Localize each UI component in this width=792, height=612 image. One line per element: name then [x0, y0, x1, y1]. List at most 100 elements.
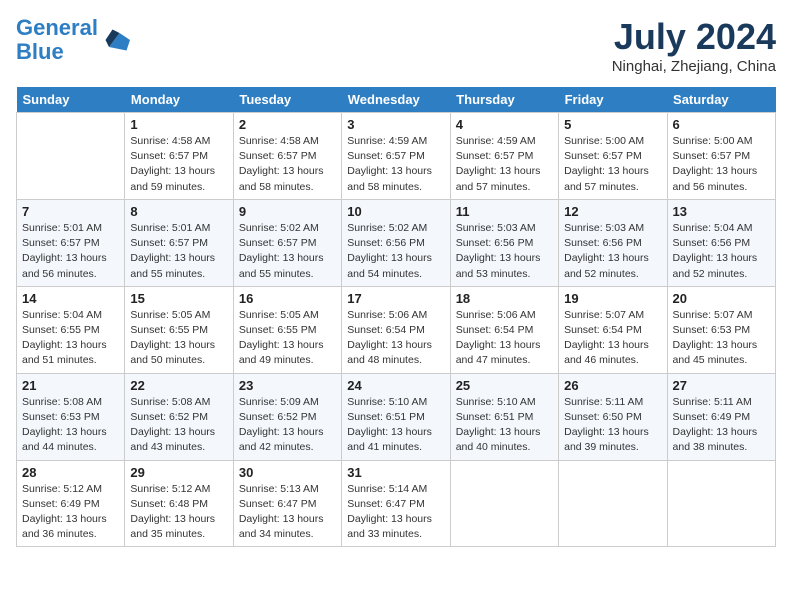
day-cell: 1 Sunrise: 4:58 AM Sunset: 6:57 PM Daylig…	[125, 113, 233, 200]
weekday-header-wednesday: Wednesday	[342, 87, 450, 113]
day-number: 27	[673, 378, 770, 393]
day-number: 3	[347, 117, 444, 132]
day-cell: 24Sunrise: 5:10 AM Sunset: 6:51 PM Dayli…	[342, 373, 450, 460]
day-cell: 23 Sunrise: 5:09 AM Sunset: 6:52 PM Dayli…	[233, 373, 341, 460]
day-info: Sunrise: 5:08 AM Sunset: 6:53 PM Dayligh…	[22, 395, 119, 456]
day-number: 22	[130, 378, 227, 393]
day-info: Sunrise: 5:09 AM Sunset: 6:52 PM Dayligh…	[239, 395, 336, 456]
day-number: 21	[22, 378, 119, 393]
day-info: Sunrise: 4:58 AM Sunset: 6:57 PM Dayligh…	[239, 134, 336, 195]
day-info: Sunrise: 5:10 AM Sunset: 6:51 PM Dayligh…	[347, 395, 444, 456]
day-cell: 20Sunrise: 5:07 AM Sunset: 6:53 PM Dayli…	[667, 286, 775, 373]
day-cell: 18 Sunrise: 5:06 AM Sunset: 6:54 PM Dayli…	[450, 286, 558, 373]
day-number: 28	[22, 465, 119, 480]
day-cell: 2 Sunrise: 4:58 AM Sunset: 6:57 PM Daylig…	[233, 113, 341, 200]
day-info: Sunrise: 5:04 AM Sunset: 6:55 PM Dayligh…	[22, 308, 119, 369]
day-info: Sunrise: 5:08 AM Sunset: 6:52 PM Dayligh…	[130, 395, 227, 456]
day-info: Sunrise: 4:59 AM Sunset: 6:57 PM Dayligh…	[456, 134, 553, 195]
day-number: 12	[564, 204, 661, 219]
day-info: Sunrise: 5:00 AM Sunset: 6:57 PM Dayligh…	[564, 134, 661, 195]
weekday-header-saturday: Saturday	[667, 87, 775, 113]
day-number: 17	[347, 291, 444, 306]
day-info: Sunrise: 5:07 AM Sunset: 6:54 PM Dayligh…	[564, 308, 661, 369]
day-info: Sunrise: 5:00 AM Sunset: 6:57 PM Dayligh…	[673, 134, 770, 195]
day-number: 29	[130, 465, 227, 480]
day-cell: 25 Sunrise: 5:10 AM Sunset: 6:51 PM Dayli…	[450, 373, 558, 460]
day-number: 20	[673, 291, 770, 306]
day-cell	[450, 460, 558, 547]
day-info: Sunrise: 5:12 AM Sunset: 6:48 PM Dayligh…	[130, 482, 227, 543]
day-info: Sunrise: 5:11 AM Sunset: 6:50 PM Dayligh…	[564, 395, 661, 456]
weekday-header-monday: Monday	[125, 87, 233, 113]
day-number: 9	[239, 204, 336, 219]
day-info: Sunrise: 5:02 AM Sunset: 6:56 PM Dayligh…	[347, 221, 444, 282]
day-info: Sunrise: 5:02 AM Sunset: 6:57 PM Dayligh…	[239, 221, 336, 282]
day-number: 11	[456, 204, 553, 219]
location: Ninghai, Zhejiang, China	[612, 58, 776, 75]
week-row-4: 21 Sunrise: 5:08 AM Sunset: 6:53 PM Dayli…	[17, 373, 776, 460]
day-info: Sunrise: 5:03 AM Sunset: 6:56 PM Dayligh…	[456, 221, 553, 282]
day-cell: 26 Sunrise: 5:11 AM Sunset: 6:50 PM Dayli…	[559, 373, 667, 460]
day-cell: 12 Sunrise: 5:03 AM Sunset: 6:56 PM Dayli…	[559, 199, 667, 286]
day-number: 13	[673, 204, 770, 219]
day-cell: 7 Sunrise: 5:01 AM Sunset: 6:57 PM Daylig…	[17, 199, 125, 286]
day-number: 4	[456, 117, 553, 132]
day-cell	[559, 460, 667, 547]
day-number: 30	[239, 465, 336, 480]
day-info: Sunrise: 5:06 AM Sunset: 6:54 PM Dayligh…	[347, 308, 444, 369]
day-info: Sunrise: 5:03 AM Sunset: 6:56 PM Dayligh…	[564, 221, 661, 282]
weekday-header-friday: Friday	[559, 87, 667, 113]
day-number: 18	[456, 291, 553, 306]
day-cell: 10 Sunrise: 5:02 AM Sunset: 6:56 PM Dayli…	[342, 199, 450, 286]
day-number: 1	[130, 117, 227, 132]
week-row-5: 28 Sunrise: 5:12 AM Sunset: 6:49 PM Dayli…	[17, 460, 776, 547]
day-cell: 16 Sunrise: 5:05 AM Sunset: 6:55 PM Dayli…	[233, 286, 341, 373]
day-number: 2	[239, 117, 336, 132]
day-number: 15	[130, 291, 227, 306]
day-cell: 14 Sunrise: 5:04 AM Sunset: 6:55 PM Dayli…	[17, 286, 125, 373]
calendar-table: SundayMondayTuesdayWednesdayThursdayFrid…	[16, 87, 776, 547]
day-cell: 3 Sunrise: 4:59 AM Sunset: 6:57 PM Daylig…	[342, 113, 450, 200]
logo-line2: Blue	[16, 39, 64, 64]
day-number: 14	[22, 291, 119, 306]
day-cell: 27Sunrise: 5:11 AM Sunset: 6:49 PM Dayli…	[667, 373, 775, 460]
week-row-1: 1 Sunrise: 4:58 AM Sunset: 6:57 PM Daylig…	[17, 113, 776, 200]
day-number: 7	[22, 204, 119, 219]
day-info: Sunrise: 4:58 AM Sunset: 6:57 PM Dayligh…	[130, 134, 227, 195]
day-number: 26	[564, 378, 661, 393]
title-block: July 2024 Ninghai, Zhejiang, China	[612, 16, 776, 75]
day-info: Sunrise: 5:05 AM Sunset: 6:55 PM Dayligh…	[130, 308, 227, 369]
page-header: General Blue July 2024 Ninghai, Zhejiang…	[16, 16, 776, 75]
day-cell: 4 Sunrise: 4:59 AM Sunset: 6:57 PM Daylig…	[450, 113, 558, 200]
day-number: 8	[130, 204, 227, 219]
day-cell: 17 Sunrise: 5:06 AM Sunset: 6:54 PM Dayli…	[342, 286, 450, 373]
day-info: Sunrise: 4:59 AM Sunset: 6:57 PM Dayligh…	[347, 134, 444, 195]
weekday-header-thursday: Thursday	[450, 87, 558, 113]
day-info: Sunrise: 5:05 AM Sunset: 6:55 PM Dayligh…	[239, 308, 336, 369]
day-cell: 5 Sunrise: 5:00 AM Sunset: 6:57 PM Daylig…	[559, 113, 667, 200]
day-info: Sunrise: 5:01 AM Sunset: 6:57 PM Dayligh…	[22, 221, 119, 282]
day-info: Sunrise: 5:06 AM Sunset: 6:54 PM Dayligh…	[456, 308, 553, 369]
day-cell: 19Sunrise: 5:07 AM Sunset: 6:54 PM Dayli…	[559, 286, 667, 373]
day-number: 5	[564, 117, 661, 132]
day-cell: 21 Sunrise: 5:08 AM Sunset: 6:53 PM Dayli…	[17, 373, 125, 460]
day-info: Sunrise: 5:04 AM Sunset: 6:56 PM Dayligh…	[673, 221, 770, 282]
day-info: Sunrise: 5:12 AM Sunset: 6:49 PM Dayligh…	[22, 482, 119, 543]
day-cell: 6 Sunrise: 5:00 AM Sunset: 6:57 PM Daylig…	[667, 113, 775, 200]
day-number: 16	[239, 291, 336, 306]
day-info: Sunrise: 5:13 AM Sunset: 6:47 PM Dayligh…	[239, 482, 336, 543]
weekday-header-tuesday: Tuesday	[233, 87, 341, 113]
day-cell: 15 Sunrise: 5:05 AM Sunset: 6:55 PM Dayli…	[125, 286, 233, 373]
day-number: 10	[347, 204, 444, 219]
weekday-header-sunday: Sunday	[17, 87, 125, 113]
day-number: 6	[673, 117, 770, 132]
day-number: 25	[456, 378, 553, 393]
month-title: July 2024	[612, 16, 776, 58]
day-info: Sunrise: 5:10 AM Sunset: 6:51 PM Dayligh…	[456, 395, 553, 456]
day-cell: 11 Sunrise: 5:03 AM Sunset: 6:56 PM Dayli…	[450, 199, 558, 286]
day-number: 23	[239, 378, 336, 393]
day-cell: 13 Sunrise: 5:04 AM Sunset: 6:56 PM Dayli…	[667, 199, 775, 286]
day-info: Sunrise: 5:01 AM Sunset: 6:57 PM Dayligh…	[130, 221, 227, 282]
day-number: 31	[347, 465, 444, 480]
day-cell: 30 Sunrise: 5:13 AM Sunset: 6:47 PM Dayli…	[233, 460, 341, 547]
